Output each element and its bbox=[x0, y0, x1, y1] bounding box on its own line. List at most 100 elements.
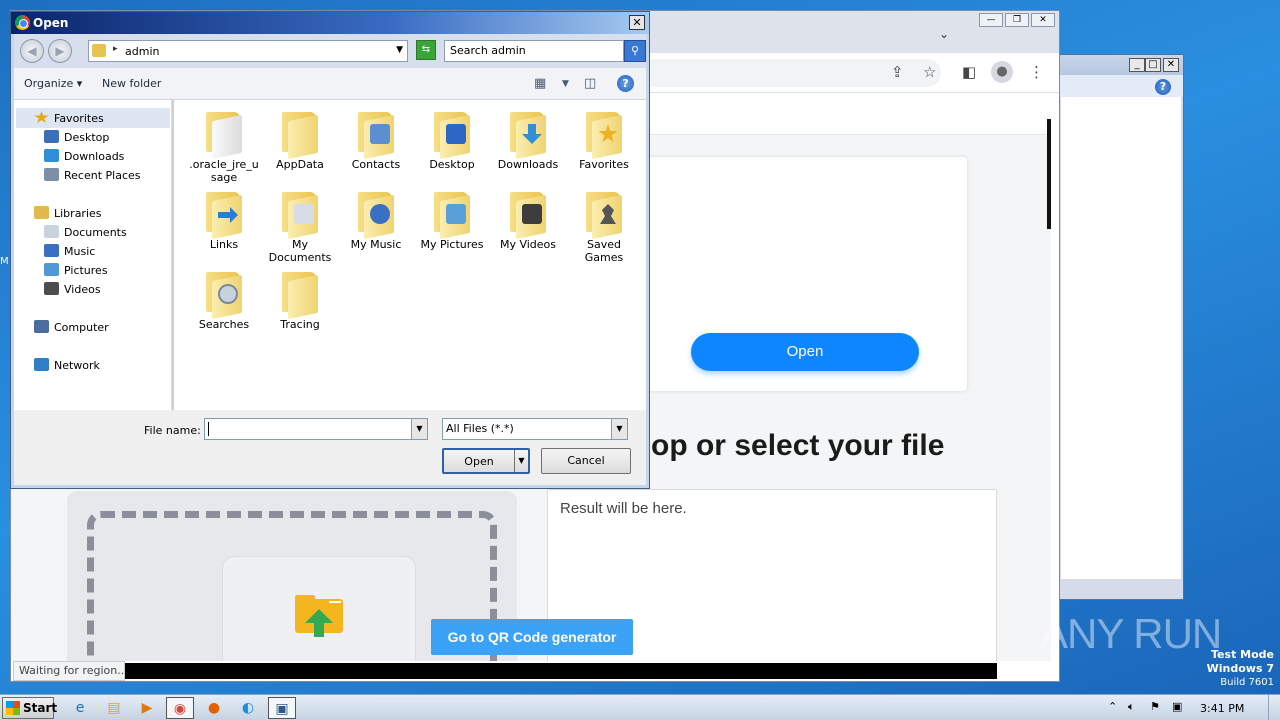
chrome-icon[interactable]: ◉ bbox=[166, 697, 194, 719]
file-item-tracing[interactable]: Tracing bbox=[262, 268, 338, 331]
tab-search-chevron-icon[interactable]: ⌄ bbox=[939, 27, 949, 41]
desktop-stray-letter: M bbox=[0, 256, 9, 267]
browser-minimize-button[interactable]: — bbox=[979, 13, 1003, 27]
breadcrumb-admin[interactable]: admin bbox=[125, 45, 159, 58]
organize-label: Organize bbox=[24, 77, 74, 90]
back-button[interactable]: ◀ bbox=[20, 39, 44, 63]
dropzone-inner[interactable] bbox=[222, 556, 416, 661]
documents-icon bbox=[44, 225, 59, 238]
help-icon[interactable]: ? bbox=[617, 75, 634, 92]
start-button[interactable]: Start bbox=[2, 697, 57, 719]
nav-item-downloads[interactable]: Downloads bbox=[44, 149, 124, 163]
qr-generator-button[interactable]: Go to QR Code generator bbox=[431, 619, 633, 655]
file-item-searches[interactable]: Searches bbox=[186, 268, 262, 331]
edge-icon[interactable]: ◐ bbox=[234, 697, 262, 719]
dialog-close-button[interactable]: ✕ bbox=[629, 15, 645, 30]
view-dropdown-icon[interactable]: ▼ bbox=[562, 79, 569, 89]
nav-item-documents[interactable]: Documents bbox=[44, 225, 127, 239]
side-panel-icon[interactable]: ◧ bbox=[962, 63, 976, 81]
file-label-line2: Documents bbox=[268, 251, 332, 264]
network-status-icon[interactable]: ▣ bbox=[1172, 700, 1182, 713]
close-button[interactable]: ✕ bbox=[1163, 58, 1179, 72]
file-item-contacts[interactable]: Contacts bbox=[338, 108, 414, 171]
clock[interactable]: 3:41 PM bbox=[1200, 702, 1244, 715]
media-player-icon[interactable]: ▶ bbox=[133, 697, 161, 719]
nav-item-desktop[interactable]: Desktop bbox=[44, 130, 109, 144]
file-name-dropdown-icon[interactable]: ▼ bbox=[411, 419, 427, 439]
refresh-icon[interactable]: ⇆ bbox=[416, 40, 436, 60]
desktop-folder-icon bbox=[432, 108, 472, 160]
open-split-dropdown-icon[interactable]: ▼ bbox=[514, 450, 528, 472]
show-desktop-button[interactable] bbox=[1268, 695, 1280, 720]
forward-button[interactable]: ▶ bbox=[48, 39, 72, 63]
file-item-desktop[interactable]: Desktop bbox=[414, 108, 490, 171]
nav-item-network[interactable]: Network bbox=[34, 358, 100, 372]
firefox-icon[interactable]: ● bbox=[200, 697, 228, 719]
file-item-my-music[interactable]: My Music bbox=[338, 188, 414, 251]
minimize-button[interactable]: _ bbox=[1129, 58, 1145, 72]
preview-pane-icon[interactable]: ◫ bbox=[584, 76, 596, 91]
user-folder-icon bbox=[92, 44, 106, 57]
pictures-folder-icon bbox=[432, 188, 472, 240]
nav-item-music[interactable]: Music bbox=[44, 244, 95, 258]
file-label-line1: Downloads bbox=[497, 158, 559, 171]
pictures-icon bbox=[44, 263, 59, 276]
file-item-my-documents[interactable]: My Documents bbox=[262, 188, 338, 264]
search-input[interactable]: Search admin bbox=[444, 40, 624, 62]
ie-icon[interactable]: e bbox=[66, 697, 94, 719]
nav-item-computer[interactable]: Computer bbox=[34, 320, 109, 334]
anyrun-watermark: ANY RUN bbox=[1040, 610, 1222, 657]
organize-menu[interactable]: Organize ▾ bbox=[24, 77, 82, 90]
test-mode-label: Test Mode bbox=[1211, 648, 1274, 661]
browser-window-controls: — ❐ ✕ bbox=[979, 13, 1055, 27]
action-center-flag-icon[interactable]: ⚑ bbox=[1150, 700, 1160, 713]
browser-restore-button[interactable]: ❐ bbox=[1005, 13, 1029, 27]
file-item-my-pictures[interactable]: My Pictures bbox=[414, 188, 490, 251]
share-icon[interactable]: ⇪ bbox=[891, 63, 904, 81]
dialog-titlebar[interactable]: Open ✕ bbox=[11, 12, 649, 34]
background-window-toolbar: ? bbox=[1059, 75, 1183, 97]
nav-item-recent-places[interactable]: Recent Places bbox=[44, 168, 141, 182]
menu-kebab-icon[interactable]: ⋮ bbox=[1029, 63, 1044, 81]
file-item-oracle-jre-usage[interactable]: .oracle_jre_u sage bbox=[186, 108, 262, 184]
nav-item-favorites[interactable]: Favorites bbox=[34, 111, 104, 125]
file-item-links[interactable]: Links bbox=[186, 188, 262, 251]
background-window-titlebar: _ □ ✕ bbox=[1059, 55, 1183, 75]
nav-item-pictures[interactable]: Pictures bbox=[44, 263, 108, 277]
search-icon[interactable]: ⚲ bbox=[624, 40, 646, 62]
explorer-icon[interactable]: ▤ bbox=[100, 697, 128, 719]
help-icon[interactable]: ? bbox=[1155, 79, 1171, 95]
cancel-button[interactable]: Cancel bbox=[541, 448, 631, 474]
show-hidden-icons-icon[interactable]: ⌃ bbox=[1108, 700, 1117, 713]
file-item-saved-games[interactable]: Saved Games bbox=[566, 188, 642, 264]
new-folder-button[interactable]: New folder bbox=[102, 77, 161, 90]
open-button[interactable]: Open ▼ bbox=[442, 448, 530, 474]
file-type-dropdown-icon[interactable]: ▼ bbox=[611, 419, 627, 439]
open-button-label: Open bbox=[464, 455, 494, 468]
file-type-select[interactable]: All Files (*.*) ▼ bbox=[442, 418, 628, 440]
nav-item-videos[interactable]: Videos bbox=[44, 282, 101, 296]
maximize-button[interactable]: □ bbox=[1145, 58, 1161, 72]
folder-upload-icon bbox=[295, 595, 343, 637]
file-item-appdata[interactable]: AppData bbox=[262, 108, 338, 171]
remote-app-icon[interactable]: ▣ bbox=[268, 697, 296, 719]
file-label-line1: My Videos bbox=[499, 238, 557, 251]
nav-label: Computer bbox=[54, 321, 109, 334]
volume-icon[interactable]: 🔈︎ bbox=[1128, 700, 1135, 714]
profile-avatar-icon[interactable]: ● bbox=[991, 61, 1013, 83]
file-item-downloads[interactable]: Downloads bbox=[490, 108, 566, 171]
file-item-my-videos[interactable]: My Videos bbox=[490, 188, 566, 251]
nav-item-libraries[interactable]: Libraries bbox=[34, 206, 102, 220]
path-history-dropdown-icon[interactable]: ▼ bbox=[396, 45, 403, 55]
browser-close-button[interactable]: ✕ bbox=[1031, 13, 1055, 27]
nav-label: Videos bbox=[64, 283, 101, 296]
file-label-line1: Searches bbox=[198, 318, 250, 331]
file-name-input[interactable]: ▼ bbox=[204, 418, 428, 440]
change-view-icon[interactable]: ▦ bbox=[534, 76, 546, 91]
page-scrollbar-thumb[interactable] bbox=[1047, 119, 1051, 229]
path-breadcrumb[interactable]: ▸ admin ▼ bbox=[88, 40, 408, 62]
card-open-button[interactable]: Open bbox=[691, 333, 919, 371]
bookmark-star-icon[interactable]: ☆ bbox=[923, 63, 936, 81]
file-item-favorites[interactable]: Favorites bbox=[566, 108, 642, 171]
breadcrumb-separator-icon[interactable]: ▸ bbox=[113, 44, 118, 54]
